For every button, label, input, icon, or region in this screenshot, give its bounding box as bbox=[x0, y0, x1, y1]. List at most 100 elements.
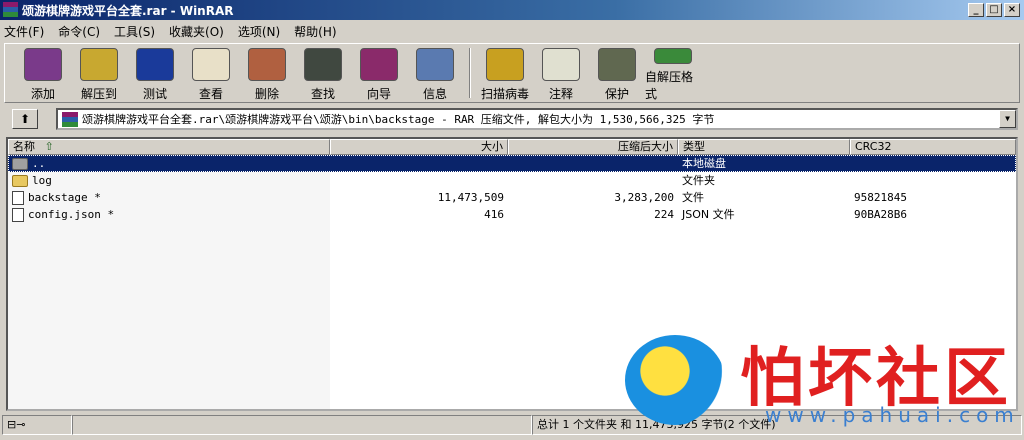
table-row[interactable]: log 文件夹 bbox=[8, 172, 1016, 189]
cell-size: 416 bbox=[484, 208, 504, 221]
toolbar: 添加 解压到 测试 查看 删除 查找 向导 信息 扫描病毒 注释 保护 自解压格式 bbox=[4, 43, 1020, 103]
cell-name: config.json * bbox=[8, 206, 330, 223]
cell-name: .. bbox=[8, 155, 330, 172]
cell-packed: 224 bbox=[654, 208, 674, 221]
column-name[interactable]: 名称 ⇧ bbox=[8, 139, 330, 155]
cell-type: 文件夹 bbox=[682, 174, 715, 187]
table-row[interactable]: .. 本地磁盘 bbox=[8, 155, 1016, 172]
path-field[interactable]: 颂游棋牌游戏平台全套.rar\颂游棋牌游戏平台\颂游\bin\backstage… bbox=[56, 108, 1018, 130]
toolbar-button-virus-scan[interactable]: 扫描病毒 bbox=[477, 44, 533, 102]
cell-packed bbox=[508, 155, 678, 172]
file-list[interactable]: 名称 ⇧ 大小 压缩后大小 类型 CRC32 .. 本地磁盘 log 文件夹 backs… bbox=[6, 137, 1018, 411]
cell-crc: 95821845 bbox=[854, 191, 907, 204]
cell-name: log bbox=[8, 172, 330, 189]
comment-icon bbox=[542, 48, 580, 81]
folder-icon bbox=[12, 174, 28, 187]
cell-size: 11,473,509 bbox=[437, 191, 504, 204]
status-icons: ⊟⊸ bbox=[2, 415, 72, 435]
file-name: log bbox=[32, 174, 52, 187]
virus-scan-icon bbox=[486, 48, 524, 81]
toolbar-label: 添加 bbox=[30, 87, 55, 101]
cell-size bbox=[330, 155, 508, 172]
info-icon bbox=[416, 48, 454, 81]
cell-type: JSON 文件 bbox=[682, 208, 735, 221]
extract-to-icon bbox=[80, 48, 118, 81]
find-icon bbox=[304, 48, 342, 81]
toolbar-button-add-archive[interactable]: 添加 bbox=[15, 44, 71, 102]
view-icon bbox=[192, 48, 230, 81]
path-dropdown-button[interactable]: ▼ bbox=[999, 110, 1016, 128]
status-summary: 总计 1 个文件夹 和 11,473,925 字节(2 个文件) bbox=[532, 415, 1022, 435]
menu-commands[interactable]: 命令(C) bbox=[58, 23, 100, 40]
column-name-label: 名称 bbox=[13, 140, 35, 153]
sfx-icon bbox=[654, 48, 692, 64]
toolbar-button-extract-to[interactable]: 解压到 bbox=[71, 44, 127, 102]
file-icon bbox=[12, 190, 24, 205]
toolbar-button-sfx[interactable]: 自解压格式 bbox=[645, 44, 701, 102]
cell-name: backstage * bbox=[8, 189, 330, 206]
toolbar-button-delete[interactable]: 删除 bbox=[239, 44, 295, 102]
toolbar-button-protect[interactable]: 保护 bbox=[589, 44, 645, 102]
address-bar: ⬆ 颂游棋牌游戏平台全套.rar\颂游棋牌游戏平台\颂游\bin\backsta… bbox=[4, 106, 1020, 132]
toolbar-label: 查看 bbox=[198, 87, 223, 101]
cell-crc bbox=[850, 172, 1016, 189]
toolbar-button-wizard[interactable]: 向导 bbox=[351, 44, 407, 102]
toolbar-label: 自解压格式 bbox=[645, 70, 694, 101]
status-left bbox=[72, 415, 532, 435]
column-size[interactable]: 大小 bbox=[330, 139, 508, 155]
column-crc[interactable]: CRC32 bbox=[850, 139, 1016, 155]
delete-icon bbox=[248, 48, 286, 81]
parent-folder-icon bbox=[12, 157, 28, 170]
file-name: .. bbox=[32, 157, 46, 170]
file-name: config.json * bbox=[28, 208, 115, 221]
menu-tools[interactable]: 工具(S) bbox=[114, 23, 155, 40]
toolbar-label: 扫描病毒 bbox=[480, 87, 529, 101]
minimize-button[interactable]: _ bbox=[968, 3, 984, 17]
list-header: 名称 ⇧ 大小 压缩后大小 类型 CRC32 bbox=[8, 139, 1016, 155]
cell-crc bbox=[850, 155, 1016, 172]
toolbar-button-info[interactable]: 信息 bbox=[407, 44, 463, 102]
toolbar-button-view[interactable]: 查看 bbox=[183, 44, 239, 102]
toolbar-button-test[interactable]: 测试 bbox=[127, 44, 183, 102]
menu-file[interactable]: 文件(F) bbox=[4, 23, 44, 40]
toolbar-label: 向导 bbox=[366, 87, 391, 101]
table-row[interactable]: backstage * 11,473,509 3,283,200 文件 95821845 bbox=[8, 189, 1016, 206]
toolbar-label: 测试 bbox=[142, 87, 167, 101]
cell-packed bbox=[508, 172, 678, 189]
toolbar-label: 保护 bbox=[604, 87, 629, 101]
maximize-button[interactable]: □ bbox=[986, 3, 1002, 17]
status-bar: ⊟⊸ 总计 1 个文件夹 和 11,473,925 字节(2 个文件) bbox=[2, 415, 1022, 437]
menu-favorites[interactable]: 收藏夹(O) bbox=[169, 23, 224, 40]
up-folder-button[interactable]: ⬆ bbox=[12, 109, 38, 129]
column-packed[interactable]: 压缩后大小 bbox=[508, 139, 678, 155]
toolbar-label: 信息 bbox=[422, 87, 447, 101]
toolbar-label: 注释 bbox=[548, 87, 573, 101]
cell-type: 本地磁盘 bbox=[682, 157, 726, 170]
menu-bar: 文件(F) 命令(C) 工具(S) 收藏夹(O) 选项(N) 帮助(H) bbox=[0, 21, 351, 41]
winrar-icon bbox=[3, 2, 18, 17]
cell-packed: 3,283,200 bbox=[614, 191, 674, 204]
toolbar-label: 删除 bbox=[254, 87, 279, 101]
file-icon bbox=[12, 207, 24, 222]
toolbar-button-comment[interactable]: 注释 bbox=[533, 44, 589, 102]
toolbar-label: 解压到 bbox=[80, 87, 117, 101]
cell-type: 文件 bbox=[682, 191, 704, 204]
sort-arrow-icon: ⇧ bbox=[44, 140, 54, 153]
table-row[interactable]: config.json * 416 224 JSON 文件 90BA28B6 bbox=[8, 206, 1016, 223]
window-title: 颂游棋牌游戏平台全套.rar - WinRAR bbox=[22, 3, 234, 18]
cell-size bbox=[330, 172, 508, 189]
protect-icon bbox=[598, 48, 636, 81]
column-type[interactable]: 类型 bbox=[678, 139, 850, 155]
toolbar-button-find[interactable]: 查找 bbox=[295, 44, 351, 102]
archive-icon bbox=[62, 112, 78, 127]
close-button[interactable]: × bbox=[1004, 3, 1020, 17]
file-name: backstage * bbox=[28, 191, 101, 204]
title-bar: 颂游棋牌游戏平台全套.rar - WinRAR _ □ × bbox=[0, 0, 1024, 20]
menu-options[interactable]: 选项(N) bbox=[238, 23, 280, 40]
menu-help[interactable]: 帮助(H) bbox=[294, 23, 336, 40]
wizard-icon bbox=[360, 48, 398, 81]
toolbar-separator bbox=[469, 48, 471, 98]
cell-crc: 90BA28B6 bbox=[854, 208, 907, 221]
add-archive-icon bbox=[24, 48, 62, 81]
path-text: 颂游棋牌游戏平台全套.rar\颂游棋牌游戏平台\颂游\bin\backstage… bbox=[82, 113, 715, 126]
